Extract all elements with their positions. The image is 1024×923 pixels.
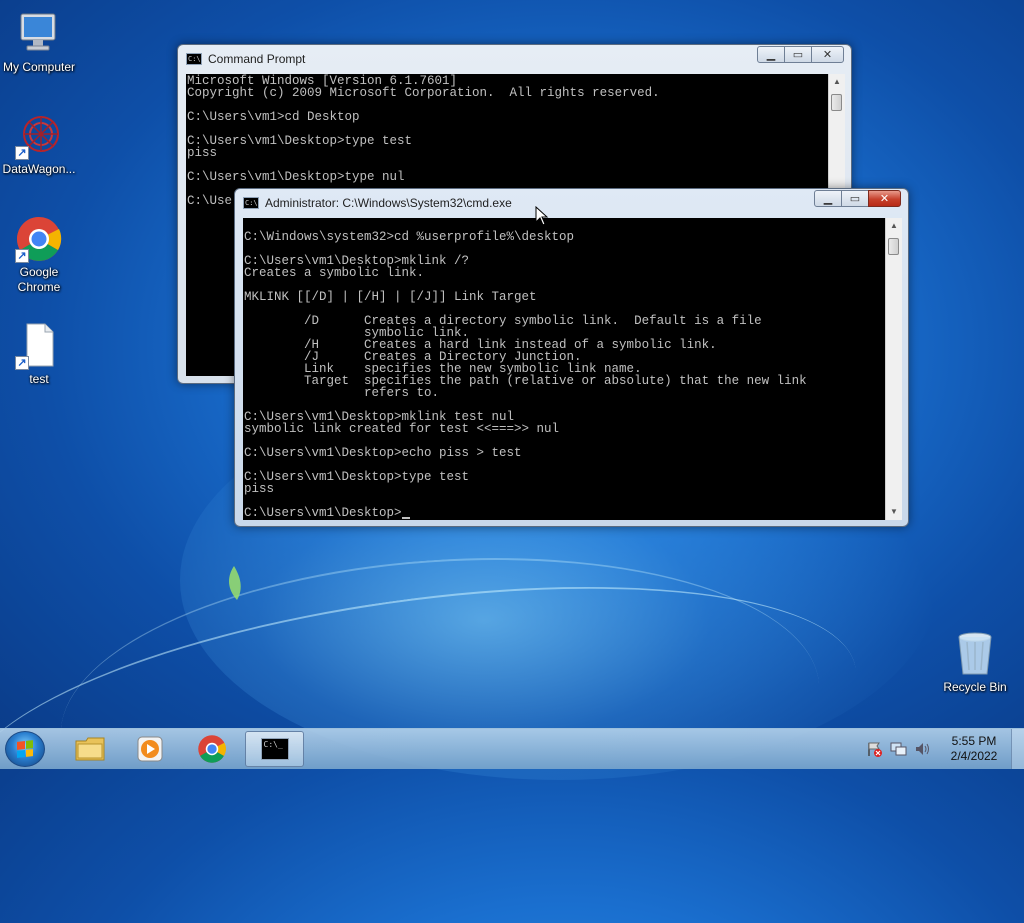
mouse-pointer-icon (535, 206, 549, 226)
shortcut-arrow-icon: ↗ (15, 249, 29, 263)
console-prompt-line: C:\Users\vm1\Desktop> (244, 507, 885, 519)
action-center-flag-icon[interactable] (866, 741, 882, 757)
desktop-icon-label: Recycle Bin (943, 680, 1007, 694)
console-prompt: C:\Users\vm1\Desktop> (244, 506, 402, 520)
show-desktop-button[interactable] (1011, 729, 1024, 769)
scroll-up-arrow-icon[interactable]: ▲ (829, 74, 845, 90)
start-button[interactable] (5, 731, 45, 767)
desktop-icon-my-computer[interactable]: My Computer (0, 10, 79, 75)
desktop-icon-google-chrome[interactable]: ↗ Google Chrome (0, 215, 79, 295)
taskbar-clock[interactable]: 5:55 PM 2/4/2022 (933, 734, 1015, 764)
taskbar: C:\_ 5:55 PM 2/4/2022 (0, 728, 1024, 769)
network-icon[interactable] (890, 741, 908, 757)
cmd-icon: C:\ (186, 53, 202, 65)
desktop-icon-label: test (29, 372, 49, 386)
scroll-thumb[interactable] (831, 94, 842, 111)
console-line: piss (187, 146, 218, 160)
cmd-icon: C:\ (243, 197, 259, 209)
file-icon: ↗ (15, 322, 63, 370)
console-line: piss (244, 482, 275, 496)
minimize-button[interactable]: ▁ (814, 190, 842, 207)
console-line: C:\Windows\system32>cd %userprofile%\des… (244, 230, 575, 244)
window-titlebar[interactable]: C:\ Command Prompt ▁ ▭ ✕ (178, 45, 851, 75)
window-controls: ▁ ▭ ✕ (757, 46, 844, 65)
minimize-button[interactable]: ▁ (757, 46, 785, 63)
admin-cmd-window[interactable]: C:\ Administrator: C:\Windows\System32\c… (234, 188, 909, 527)
text-cursor (401, 517, 410, 519)
close-button[interactable]: ✕ (811, 46, 844, 63)
desktop-icon-label: Google Chrome (17, 265, 61, 294)
volume-icon[interactable] (914, 741, 932, 757)
recycle-bin-icon (951, 630, 999, 678)
shortcut-arrow-icon: ↗ (15, 356, 29, 370)
desktop-icon-test[interactable]: ↗ test (0, 322, 79, 387)
chrome-icon: ↗ (15, 215, 63, 263)
console-line: C:\Users\vm1>cd Desktop (187, 110, 360, 124)
console-line: Creates a symbolic link. (244, 266, 425, 280)
window-titlebar[interactable]: C:\ Administrator: C:\Windows\System32\c… (235, 189, 908, 219)
console-output[interactable]: C:\Windows\system32>cd %userprofile%\des… (243, 218, 885, 520)
datawagon-icon: ↗ (15, 112, 63, 160)
console-line: MKLINK [[/D] | [/H] | [/J]] Link Target (244, 290, 537, 304)
console-line: C:\Users\vm1\Desktop>type test (187, 134, 413, 148)
shortcut-arrow-icon: ↗ (15, 146, 29, 160)
close-button[interactable]: ✕ (868, 190, 901, 207)
desktop-icon-recycle-bin[interactable]: Recycle Bin (935, 630, 1015, 695)
wallpaper-leaf (228, 566, 241, 600)
scroll-up-arrow-icon[interactable]: ▲ (886, 218, 902, 234)
vertical-scrollbar[interactable]: ▲ ▼ (885, 218, 902, 520)
taskbar-explorer-button[interactable] (62, 731, 118, 767)
clock-date: 2/4/2022 (950, 749, 998, 763)
window-controls: ▁ ▭ ✕ (814, 190, 901, 209)
console-line: Copyright (c) 2009 Microsoft Corporation… (187, 86, 660, 100)
window-title: Command Prompt (208, 52, 306, 66)
desktop-icon-label: My Computer (2, 60, 76, 74)
folder-icon (75, 737, 105, 761)
chrome-icon (198, 735, 226, 763)
wallpaper-arc (50, 533, 830, 889)
taskbar-cmd-button[interactable]: C:\_ (245, 731, 304, 767)
scroll-thumb[interactable] (888, 238, 899, 255)
media-player-icon (137, 736, 163, 762)
desktop-icon-datawagon[interactable]: ↗ DataWagon... (0, 112, 79, 177)
console-line: C:\Users\vm1\Desktop>echo piss > test (244, 446, 522, 460)
computer-icon (15, 10, 63, 58)
desktop-icon-label: DataWagon... (2, 162, 76, 176)
maximize-button[interactable]: ▭ (841, 190, 869, 207)
taskbar-media-player-button[interactable] (122, 731, 178, 767)
scroll-down-arrow-icon[interactable]: ▼ (886, 504, 902, 520)
windows-logo-icon (17, 740, 33, 758)
console-line: C:\Users\vm1\Desktop>type nul (187, 170, 405, 184)
clock-time: 5:55 PM (951, 734, 997, 748)
console-line: refers to. (244, 386, 440, 400)
window-title: Administrator: C:\Windows\System32\cmd.e… (265, 196, 512, 210)
console-line: symbolic link created for test <<===>> n… (244, 422, 560, 436)
cmd-icon: C:\_ (260, 738, 289, 760)
console-line: C:\Users\vm1\Desktop>type test (244, 470, 470, 484)
taskbar-chrome-button[interactable] (184, 731, 240, 767)
maximize-button[interactable]: ▭ (784, 46, 812, 63)
